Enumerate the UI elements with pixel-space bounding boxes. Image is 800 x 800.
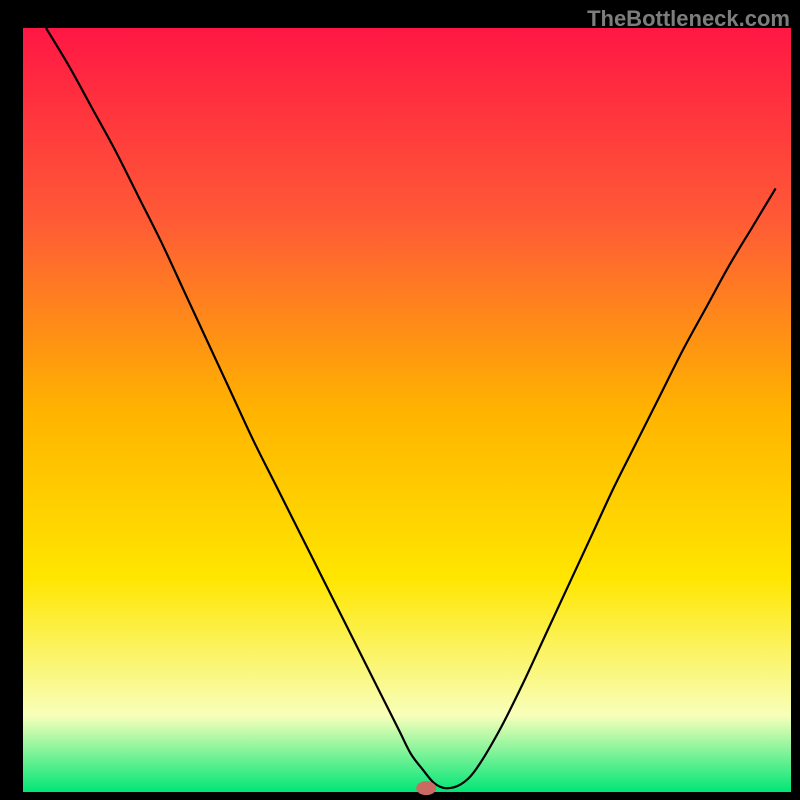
optimal-marker [416, 781, 436, 795]
watermark-text: TheBottleneck.com [587, 6, 790, 32]
chart-container: TheBottleneck.com [0, 0, 800, 800]
plot-area [23, 28, 791, 792]
bottleneck-chart [0, 0, 800, 800]
